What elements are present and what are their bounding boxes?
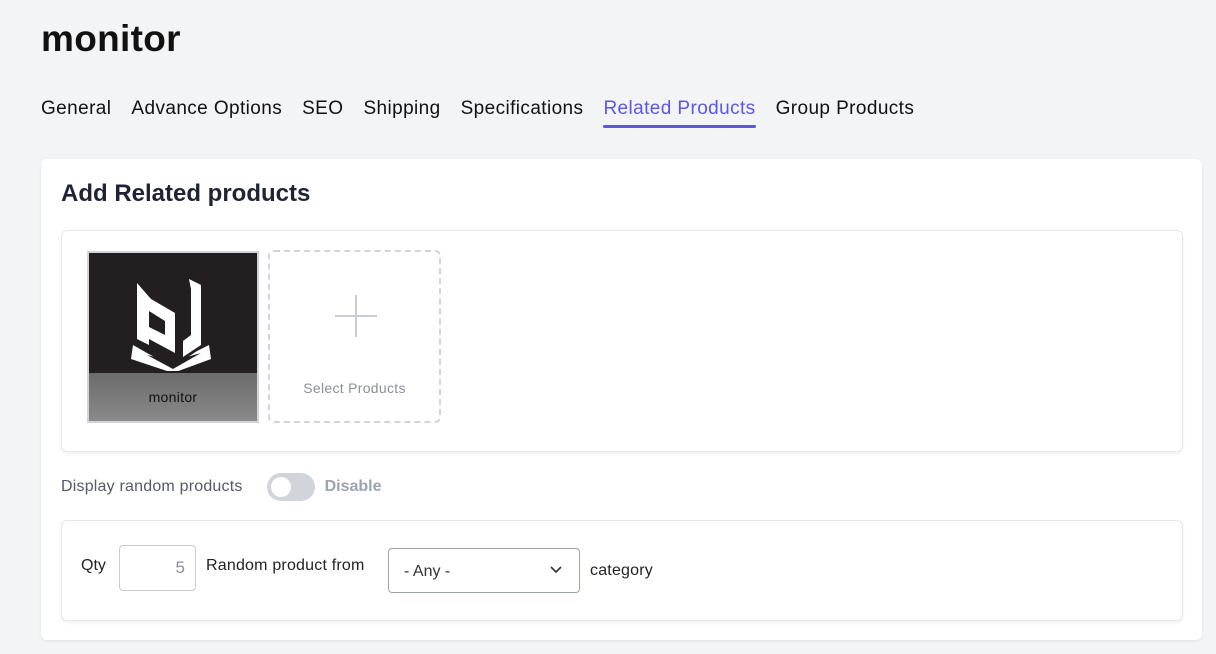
chevron-down-icon xyxy=(550,566,562,574)
qty-label: Qty xyxy=(81,557,106,574)
tab-group-products[interactable]: Group Products xyxy=(776,98,915,126)
qty-input[interactable] xyxy=(119,545,196,591)
page-title: monitor xyxy=(41,18,181,59)
tab-bar: General Advance Options SEO Shipping Spe… xyxy=(41,98,934,128)
toggle-state-label: Disable xyxy=(324,478,382,495)
category-suffix-label: category xyxy=(590,562,653,579)
tab-advance-options[interactable]: Advance Options xyxy=(131,98,282,126)
random-settings-box: Qty Random product from - Any - category xyxy=(61,520,1183,621)
tab-general[interactable]: General xyxy=(41,98,111,126)
related-products-card: Add Related products monitor Select Prod… xyxy=(41,159,1202,640)
tab-related-products[interactable]: Related Products xyxy=(603,98,756,128)
section-heading: Add Related products xyxy=(61,180,311,207)
pj-logo-icon xyxy=(131,279,211,371)
tab-specifications[interactable]: Specifications xyxy=(461,98,584,126)
related-products-list: monitor Select Products xyxy=(61,230,1183,452)
random-products-row: Display random products Disable xyxy=(61,473,382,501)
category-selected-value: - Any - xyxy=(404,563,451,580)
select-products-label: Select Products xyxy=(303,380,406,396)
tab-seo[interactable]: SEO xyxy=(302,98,343,126)
tab-shipping[interactable]: Shipping xyxy=(363,98,440,126)
product-tile[interactable]: monitor xyxy=(87,251,259,423)
random-products-toggle[interactable] xyxy=(266,473,315,501)
random-from-label: Random product from xyxy=(206,557,365,574)
toggle-knob xyxy=(270,477,291,497)
random-products-label: Display random products xyxy=(61,478,243,495)
product-name: monitor xyxy=(89,373,257,421)
select-products-button[interactable]: Select Products xyxy=(268,250,441,423)
plus-icon xyxy=(335,295,377,337)
category-select[interactable]: - Any - xyxy=(388,548,580,593)
